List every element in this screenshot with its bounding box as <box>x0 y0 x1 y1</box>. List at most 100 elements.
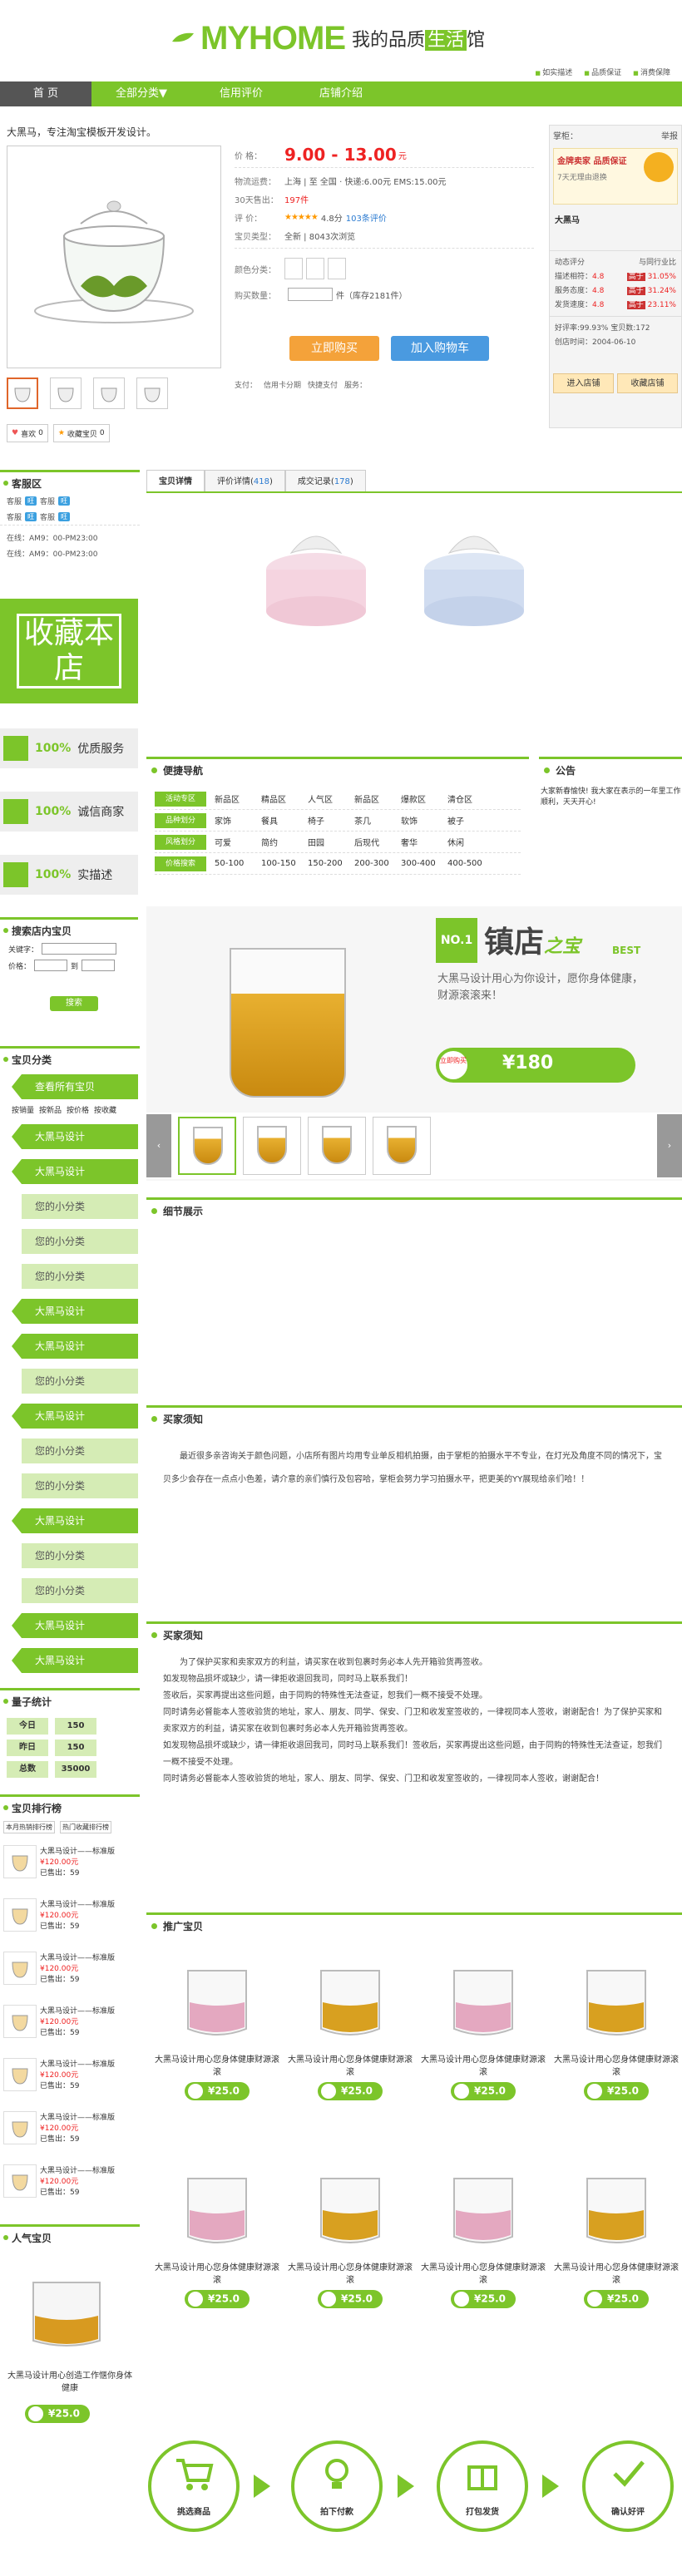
quick-nav-link[interactable]: 餐具 <box>261 814 308 827</box>
next-arrow-icon[interactable]: › <box>657 1114 682 1177</box>
rank-item[interactable]: 大黑马设计——标准版 ¥120.00元 已售出：59 <box>0 1895 138 1948</box>
view-all-button[interactable]: 查看所有宝贝 <box>12 1074 138 1099</box>
quick-nav-link[interactable]: 被子 <box>447 814 494 827</box>
quick-nav-link[interactable]: 400-500 <box>447 859 494 868</box>
tab-records[interactable]: 成交记录(178) <box>284 470 366 491</box>
sort-collect[interactable]: 按收藏 <box>94 1104 116 1115</box>
quantity-input[interactable] <box>288 288 333 301</box>
thumb-3[interactable] <box>93 378 125 409</box>
banner-thumb[interactable] <box>243 1117 301 1175</box>
quick-nav-link[interactable]: 爆款区 <box>401 792 447 805</box>
popular-image[interactable] <box>17 2258 116 2357</box>
rank-tab-collect[interactable]: 热门收藏排行榜 <box>60 1821 111 1833</box>
promo-item[interactable]: 大黑马设计用心您身体健康财源滚滚 ¥25.0 <box>288 1954 413 2100</box>
category-item[interactable]: 大黑马设计 <box>12 1124 138 1149</box>
promo-item[interactable]: 大黑马设计用心您身体健康财源滚滚 ¥25.0 <box>554 2162 679 2308</box>
tab-details[interactable]: 宝贝详情 <box>146 470 205 491</box>
thumb-4[interactable] <box>136 378 168 409</box>
review-link[interactable]: 103条评价 <box>346 211 387 224</box>
promo-item[interactable]: 大黑马设计用心您身体健康财源滚滚 ¥25.0 <box>421 2162 546 2308</box>
category-item[interactable]: 大黑马设计 <box>12 1159 138 1184</box>
banner-buy-button[interactable]: 立即购买 ¥180 <box>436 1048 635 1083</box>
quick-nav-link[interactable]: 后现代 <box>354 836 401 848</box>
keyword-input[interactable] <box>42 943 117 955</box>
search-button[interactable]: 搜索 <box>50 996 98 1011</box>
collect-shop-button[interactable]: 收藏店铺 <box>617 373 678 393</box>
toplink-protect[interactable]: 消费保障 <box>633 67 670 77</box>
sort-price[interactable]: 按价格 <box>67 1104 89 1115</box>
rank-item[interactable]: 大黑马设计——标准版 ¥120.00元 已售出：59 <box>0 2108 138 2161</box>
wangwang-icon[interactable]: 旺 <box>58 496 71 506</box>
enter-shop-button[interactable]: 进入店铺 <box>553 373 614 393</box>
sort-sales[interactable]: 按销量 <box>12 1104 34 1115</box>
category-item[interactable]: 大黑马设计 <box>12 1334 138 1359</box>
quick-nav-link[interactable]: 简约 <box>261 836 308 848</box>
thumb-2[interactable] <box>50 378 82 409</box>
like-button[interactable]: ♥ 喜欢 0 <box>7 424 48 442</box>
rank-item[interactable]: 大黑马设计——标准版 ¥120.00元 已售出：59 <box>0 1842 138 1895</box>
add-to-cart-button[interactable]: 加入购物车 <box>391 336 489 361</box>
rank-item[interactable]: 大黑马设计——标准版 ¥120.00元 已售出：59 <box>0 2161 138 2214</box>
quick-nav-link[interactable]: 50-100 <box>215 859 261 868</box>
thumb-1[interactable] <box>7 378 38 409</box>
quick-nav-link[interactable]: 家饰 <box>215 814 261 827</box>
toplink-describe[interactable]: 如实描述 <box>535 67 572 77</box>
quick-nav-link[interactable]: 田园 <box>308 836 354 848</box>
quick-nav-link[interactable]: 300-400 <box>401 859 447 868</box>
quick-nav-link[interactable]: 新品区 <box>215 792 261 805</box>
banner-thumb[interactable] <box>178 1117 236 1175</box>
quick-nav-link[interactable]: 新品区 <box>354 792 401 805</box>
collect-button[interactable]: ★ 收藏宝贝 0 <box>52 424 110 442</box>
quick-nav-link[interactable]: 奢华 <box>401 836 447 848</box>
quick-nav-link[interactable]: 休闲 <box>447 836 494 848</box>
quick-nav-link[interactable]: 人气区 <box>308 792 354 805</box>
nav-credit[interactable]: 信用评价 <box>191 81 291 106</box>
category-item[interactable]: 您的小分类 <box>22 1473 138 1498</box>
installment-link[interactable]: 信用卡分期 <box>264 379 301 390</box>
report-link[interactable]: 举报 <box>661 129 678 141</box>
color-option-2[interactable] <box>306 258 324 279</box>
price-max-input[interactable] <box>82 960 116 971</box>
toplink-quality[interactable]: 品质保证 <box>584 67 621 77</box>
color-option-1[interactable] <box>284 258 303 279</box>
quick-nav-link[interactable]: 100-150 <box>261 859 308 868</box>
price-min-input[interactable] <box>34 960 68 971</box>
buy-now-button[interactable]: 立即购买 <box>289 336 379 361</box>
promo-item[interactable]: 大黑马设计用心您身体健康财源滚滚 ¥25.0 <box>421 1954 546 2100</box>
category-item[interactable]: 大黑马设计 <box>12 1508 138 1533</box>
wangwang-icon[interactable]: 旺 <box>25 496 37 506</box>
category-item[interactable]: 您的小分类 <box>22 1439 138 1463</box>
nav-home[interactable]: 首 页 <box>0 81 91 106</box>
banner-thumb[interactable] <box>308 1117 366 1175</box>
popular-name[interactable]: 大黑马设计用心创造工作惬你身体健康 <box>5 2368 135 2393</box>
quick-nav-link[interactable]: 茶几 <box>354 814 401 827</box>
rank-tab-sales[interactable]: 本月热销排行榜 <box>3 1821 55 1833</box>
category-item[interactable]: 大黑马设计 <box>12 1404 138 1429</box>
promo-item[interactable]: 大黑马设计用心您身体健康财源滚滚 ¥25.0 <box>155 1954 279 2100</box>
category-item[interactable]: 您的小分类 <box>22 1578 138 1603</box>
category-item[interactable]: 您的小分类 <box>22 1194 138 1219</box>
nav-all-categories[interactable]: 全部分类▼ <box>91 81 191 106</box>
category-item[interactable]: 您的小分类 <box>22 1264 138 1289</box>
quick-nav-link[interactable]: 椅子 <box>308 814 354 827</box>
category-item[interactable]: 您的小分类 <box>22 1229 138 1254</box>
rank-item[interactable]: 大黑马设计——标准版 ¥120.00元 已售出：59 <box>0 2001 138 2055</box>
color-option-3[interactable] <box>328 258 346 279</box>
quick-nav-link[interactable]: 清仓区 <box>447 792 494 805</box>
rank-item[interactable]: 大黑马设计——标准版 ¥120.00元 已售出：59 <box>0 1948 138 2001</box>
quick-nav-link[interactable]: 200-300 <box>354 859 401 868</box>
promo-item[interactable]: 大黑马设计用心您身体健康财源滚滚 ¥25.0 <box>288 2162 413 2308</box>
tab-reviews[interactable]: 评价详情(418) <box>205 470 285 491</box>
category-item[interactable]: 大黑马设计 <box>12 1299 138 1324</box>
logo[interactable]: MYHOME 我的品质 生活馆 <box>170 20 485 57</box>
favorite-shop-button[interactable]: 收藏本店 <box>0 599 138 703</box>
prev-arrow-icon[interactable]: ‹ <box>146 1114 171 1177</box>
category-item[interactable]: 您的小分类 <box>22 1369 138 1394</box>
quickpay-link[interactable]: 快捷支付 <box>308 379 338 390</box>
promo-item[interactable]: 大黑马设计用心您身体健康财源滚滚 ¥25.0 <box>155 2162 279 2308</box>
quick-nav-link[interactable]: 可爱 <box>215 836 261 848</box>
product-main-image[interactable] <box>7 146 221 368</box>
banner-thumb[interactable] <box>373 1117 431 1175</box>
quick-nav-link[interactable]: 精品区 <box>261 792 308 805</box>
sort-new[interactable]: 按新品 <box>39 1104 62 1115</box>
